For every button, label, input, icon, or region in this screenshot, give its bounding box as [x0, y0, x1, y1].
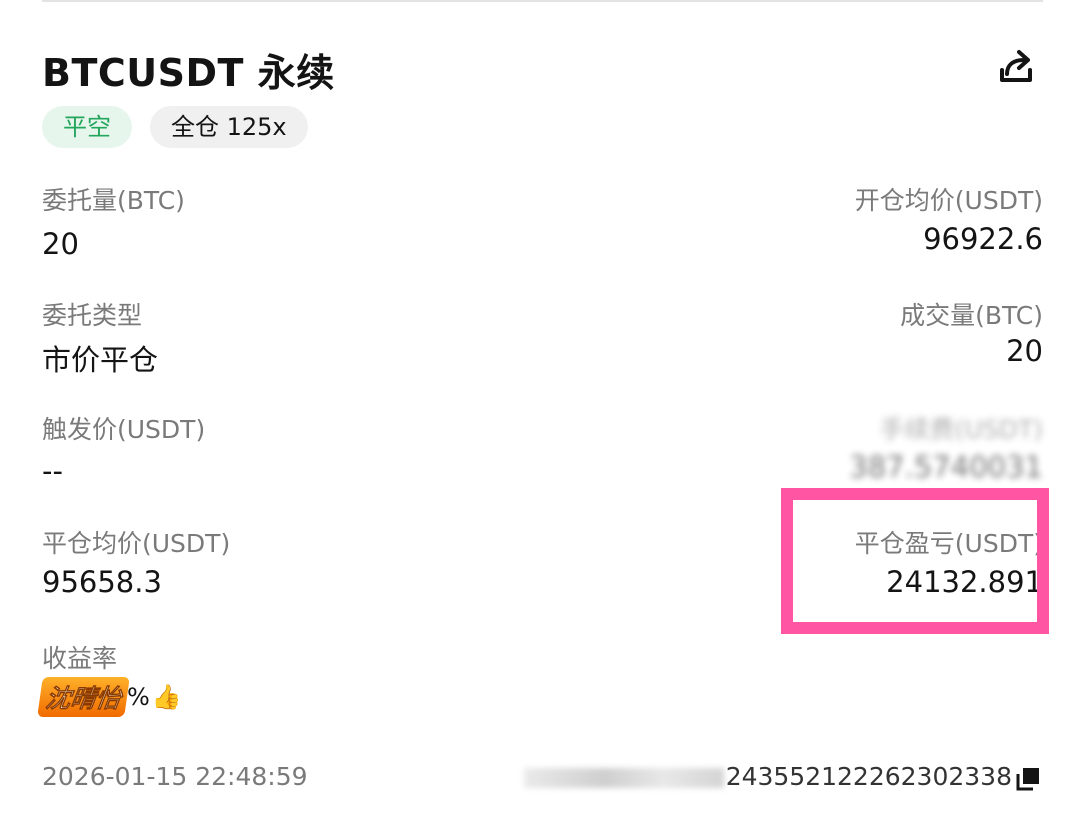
page-title: BTCUSDT 永续: [42, 51, 335, 95]
order-type-label: 委托类型: [42, 301, 143, 330]
close-pnl-label: 平仓盈亏(USDT): [854, 529, 1043, 558]
sticker-text: 沈晴怡: [37, 677, 130, 717]
top-divider: [42, 0, 1043, 2]
margin-mode-badge: 全仓 125x: [150, 106, 308, 148]
order-type-value: 市价平仓: [42, 343, 159, 377]
open-avg-price-value: 96922.6: [923, 222, 1043, 256]
roi-value: %: [127, 683, 150, 711]
order-qty-value: 20: [42, 227, 79, 261]
order-qty-label: 委托量(BTC): [42, 186, 185, 215]
close-avg-price-label: 平仓均价(USDT): [42, 529, 231, 558]
obscured-label: 手续费(USDT): [879, 415, 1043, 444]
side-badge: 平空: [42, 106, 132, 148]
watermark-sticker: 沈晴怡 % 👍: [37, 677, 182, 717]
order-id-mask: [523, 768, 724, 788]
close-pnl-value: 24132.891: [886, 565, 1043, 599]
highlight-box: [781, 488, 1049, 634]
order-id-text: 243552122262302338: [725, 762, 1012, 791]
timestamp: 2026-01-15 22:48:59: [42, 762, 308, 791]
filled-qty-value: 20: [1006, 334, 1043, 368]
close-avg-price-value: 95658.3: [42, 565, 162, 599]
obscured-value: 387.5740031: [849, 450, 1043, 484]
open-avg-price-label: 开仓均价(USDT): [854, 186, 1043, 215]
share-icon[interactable]: [994, 44, 1038, 88]
trigger-price-value: --: [42, 454, 63, 488]
filled-qty-label: 成交量(BTC): [900, 301, 1043, 330]
copy-icon[interactable]: [1015, 766, 1041, 792]
order-id: 243552122262302338: [523, 762, 1012, 791]
roi-label: 收益率: [42, 644, 118, 673]
trigger-price-label: 触发价(USDT): [42, 415, 206, 444]
thumbs-up-icon: 👍: [151, 683, 182, 711]
